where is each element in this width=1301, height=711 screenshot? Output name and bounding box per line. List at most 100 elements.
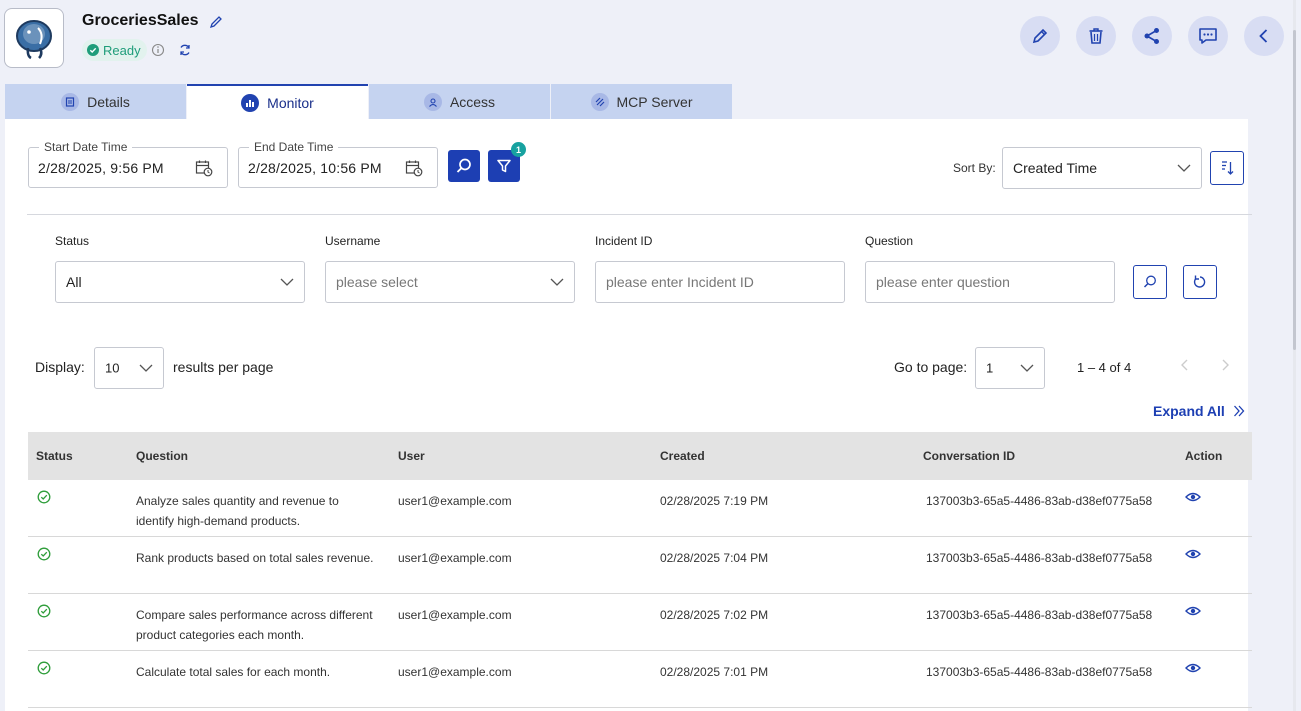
sort-by-label: Sort By: (953, 161, 996, 175)
calendar-clock-icon[interactable] (405, 159, 423, 177)
monitor-panel: Start Date Time 2/28/2025, 9:56 PM End D… (5, 119, 1252, 711)
column-header-status[interactable]: Status (36, 449, 73, 463)
prev-page-icon[interactable] (1179, 359, 1191, 371)
reset-icon (1193, 275, 1206, 288)
expand-all-button[interactable]: Expand All (1153, 403, 1245, 419)
status-filter-value: All (66, 274, 82, 290)
access-icon (423, 92, 442, 111)
details-icon (61, 92, 80, 111)
column-header-user[interactable]: User (398, 449, 425, 463)
column-header-question[interactable]: Question (136, 449, 188, 463)
edit-button[interactable] (1020, 16, 1060, 56)
edit-name-icon[interactable] (208, 14, 224, 30)
table-row: Analyze sales quantity and revenue to id… (28, 480, 1252, 537)
column-header-created[interactable]: Created (660, 449, 705, 463)
sort-direction-button[interactable] (1210, 151, 1244, 185)
back-button[interactable] (1244, 16, 1284, 56)
conversation-id-cell: 137003b3-65a5-4486-83ab-d38ef0775a58 (926, 665, 1153, 679)
app-header: GroceriesSales Ready (0, 0, 1301, 84)
per-page-value: 10 (105, 360, 120, 376)
question-filter-input[interactable]: please enter question (865, 261, 1115, 303)
double-chevron-right-icon (1233, 405, 1245, 417)
success-check-icon (37, 604, 51, 618)
column-header-conversation-id[interactable]: Conversation ID (923, 449, 1015, 463)
user-cell: user1@example.com (398, 494, 512, 508)
delete-button[interactable] (1076, 16, 1116, 56)
question-cell: Rank products based on total sales reven… (136, 551, 374, 565)
go-to-page-label: Go to page: (894, 359, 968, 375)
per-page-select[interactable]: 10 (94, 347, 164, 389)
success-check-icon (37, 661, 51, 675)
view-eye-icon[interactable] (1185, 491, 1201, 503)
search-button[interactable] (448, 150, 480, 182)
table-row: Compare sales performance across differe… (28, 594, 1252, 651)
view-eye-icon[interactable] (1185, 662, 1201, 674)
sort-by-select[interactable]: Created Time (1002, 147, 1202, 189)
app-title: GroceriesSales (82, 12, 199, 29)
share-button[interactable] (1132, 16, 1172, 56)
search-icon (1143, 275, 1156, 288)
table-row: Rank products based on total sales reven… (28, 537, 1252, 594)
status-badge: Ready (82, 39, 147, 61)
end-date-time-field[interactable]: End Date Time 2/28/2025, 10:56 PM (238, 140, 438, 188)
incident-id-input[interactable]: please enter Incident ID (595, 261, 845, 303)
calendar-clock-icon[interactable] (195, 159, 213, 177)
tab-monitor[interactable]: Monitor (187, 84, 368, 119)
chevron-down-icon (1020, 364, 1034, 372)
tab-monitor-label: Monitor (267, 94, 314, 111)
per-page-suffix: results per page (173, 359, 274, 375)
page-scrollbar[interactable] (1293, 0, 1296, 711)
display-label: Display: (35, 359, 85, 375)
page-range: 1 – 4 of 4 (1077, 360, 1132, 375)
go-to-page-value: 1 (986, 360, 994, 376)
filter-search-button[interactable] (1133, 265, 1167, 299)
created-cell: 02/28/2025 7:02 PM (660, 608, 769, 622)
status-text: Ready (103, 42, 141, 58)
end-date-time-label: End Date Time (249, 140, 339, 154)
table-header: Status Question User Created Conversatio… (28, 432, 1252, 480)
question-cell: Analyze sales quantity and revenue to id… (136, 494, 339, 528)
user-cell: user1@example.com (398, 608, 512, 622)
tab-mcp-server-label: MCP Server (616, 93, 693, 110)
next-page-icon[interactable] (1219, 359, 1231, 371)
chevron-down-icon (139, 364, 153, 372)
success-check-icon (37, 490, 51, 504)
mcp-server-icon (590, 92, 609, 111)
go-to-page-select[interactable]: 1 (975, 347, 1045, 389)
status-filter-select[interactable]: All (55, 261, 305, 303)
comment-icon (1199, 28, 1217, 44)
postgresql-logo (4, 8, 64, 68)
chevron-left-icon (1259, 29, 1268, 43)
table-row: Calculate total sales for each month. us… (28, 651, 1252, 708)
chevron-down-icon (280, 278, 294, 286)
tab-access[interactable]: Access (369, 84, 550, 119)
column-header-action: Action (1185, 449, 1223, 463)
view-eye-icon[interactable] (1185, 605, 1201, 617)
start-date-time-field[interactable]: Start Date Time 2/28/2025, 9:56 PM (28, 140, 228, 188)
chevron-down-icon (1177, 164, 1191, 172)
conversation-id-cell: 137003b3-65a5-4486-83ab-d38ef0775a58 (926, 494, 1153, 508)
scrollbar-thumb[interactable] (1293, 30, 1296, 350)
question-cell: Compare sales performance across differe… (136, 608, 373, 642)
refresh-icon[interactable] (177, 42, 193, 58)
question-filter-label: Question (865, 234, 914, 248)
expand-all-label: Expand All (1153, 403, 1225, 419)
user-cell: user1@example.com (398, 551, 512, 565)
info-icon[interactable] (150, 42, 166, 58)
conversation-id-cell: 137003b3-65a5-4486-83ab-d38ef0775a58 (926, 608, 1153, 622)
tab-bar: Details Monitor Access MCP Server (5, 84, 733, 119)
tab-mcp-server[interactable]: MCP Server (551, 84, 732, 119)
incidents-table: Status Question User Created Conversatio… (28, 432, 1252, 708)
view-eye-icon[interactable] (1185, 548, 1201, 560)
tab-details[interactable]: Details (5, 84, 186, 119)
created-cell: 02/28/2025 7:01 PM (660, 665, 769, 679)
tab-details-label: Details (87, 93, 130, 110)
username-filter-select[interactable]: please select (325, 261, 575, 303)
created-cell: 02/28/2025 7:04 PM (660, 551, 769, 565)
success-check-icon (37, 547, 51, 561)
reset-filter-button[interactable] (1183, 265, 1217, 299)
monitor-icon (241, 93, 260, 112)
created-cell: 02/28/2025 7:19 PM (660, 494, 769, 508)
end-date-time-value: 2/28/2025, 10:56 PM (248, 160, 382, 176)
comment-button[interactable] (1188, 16, 1228, 56)
